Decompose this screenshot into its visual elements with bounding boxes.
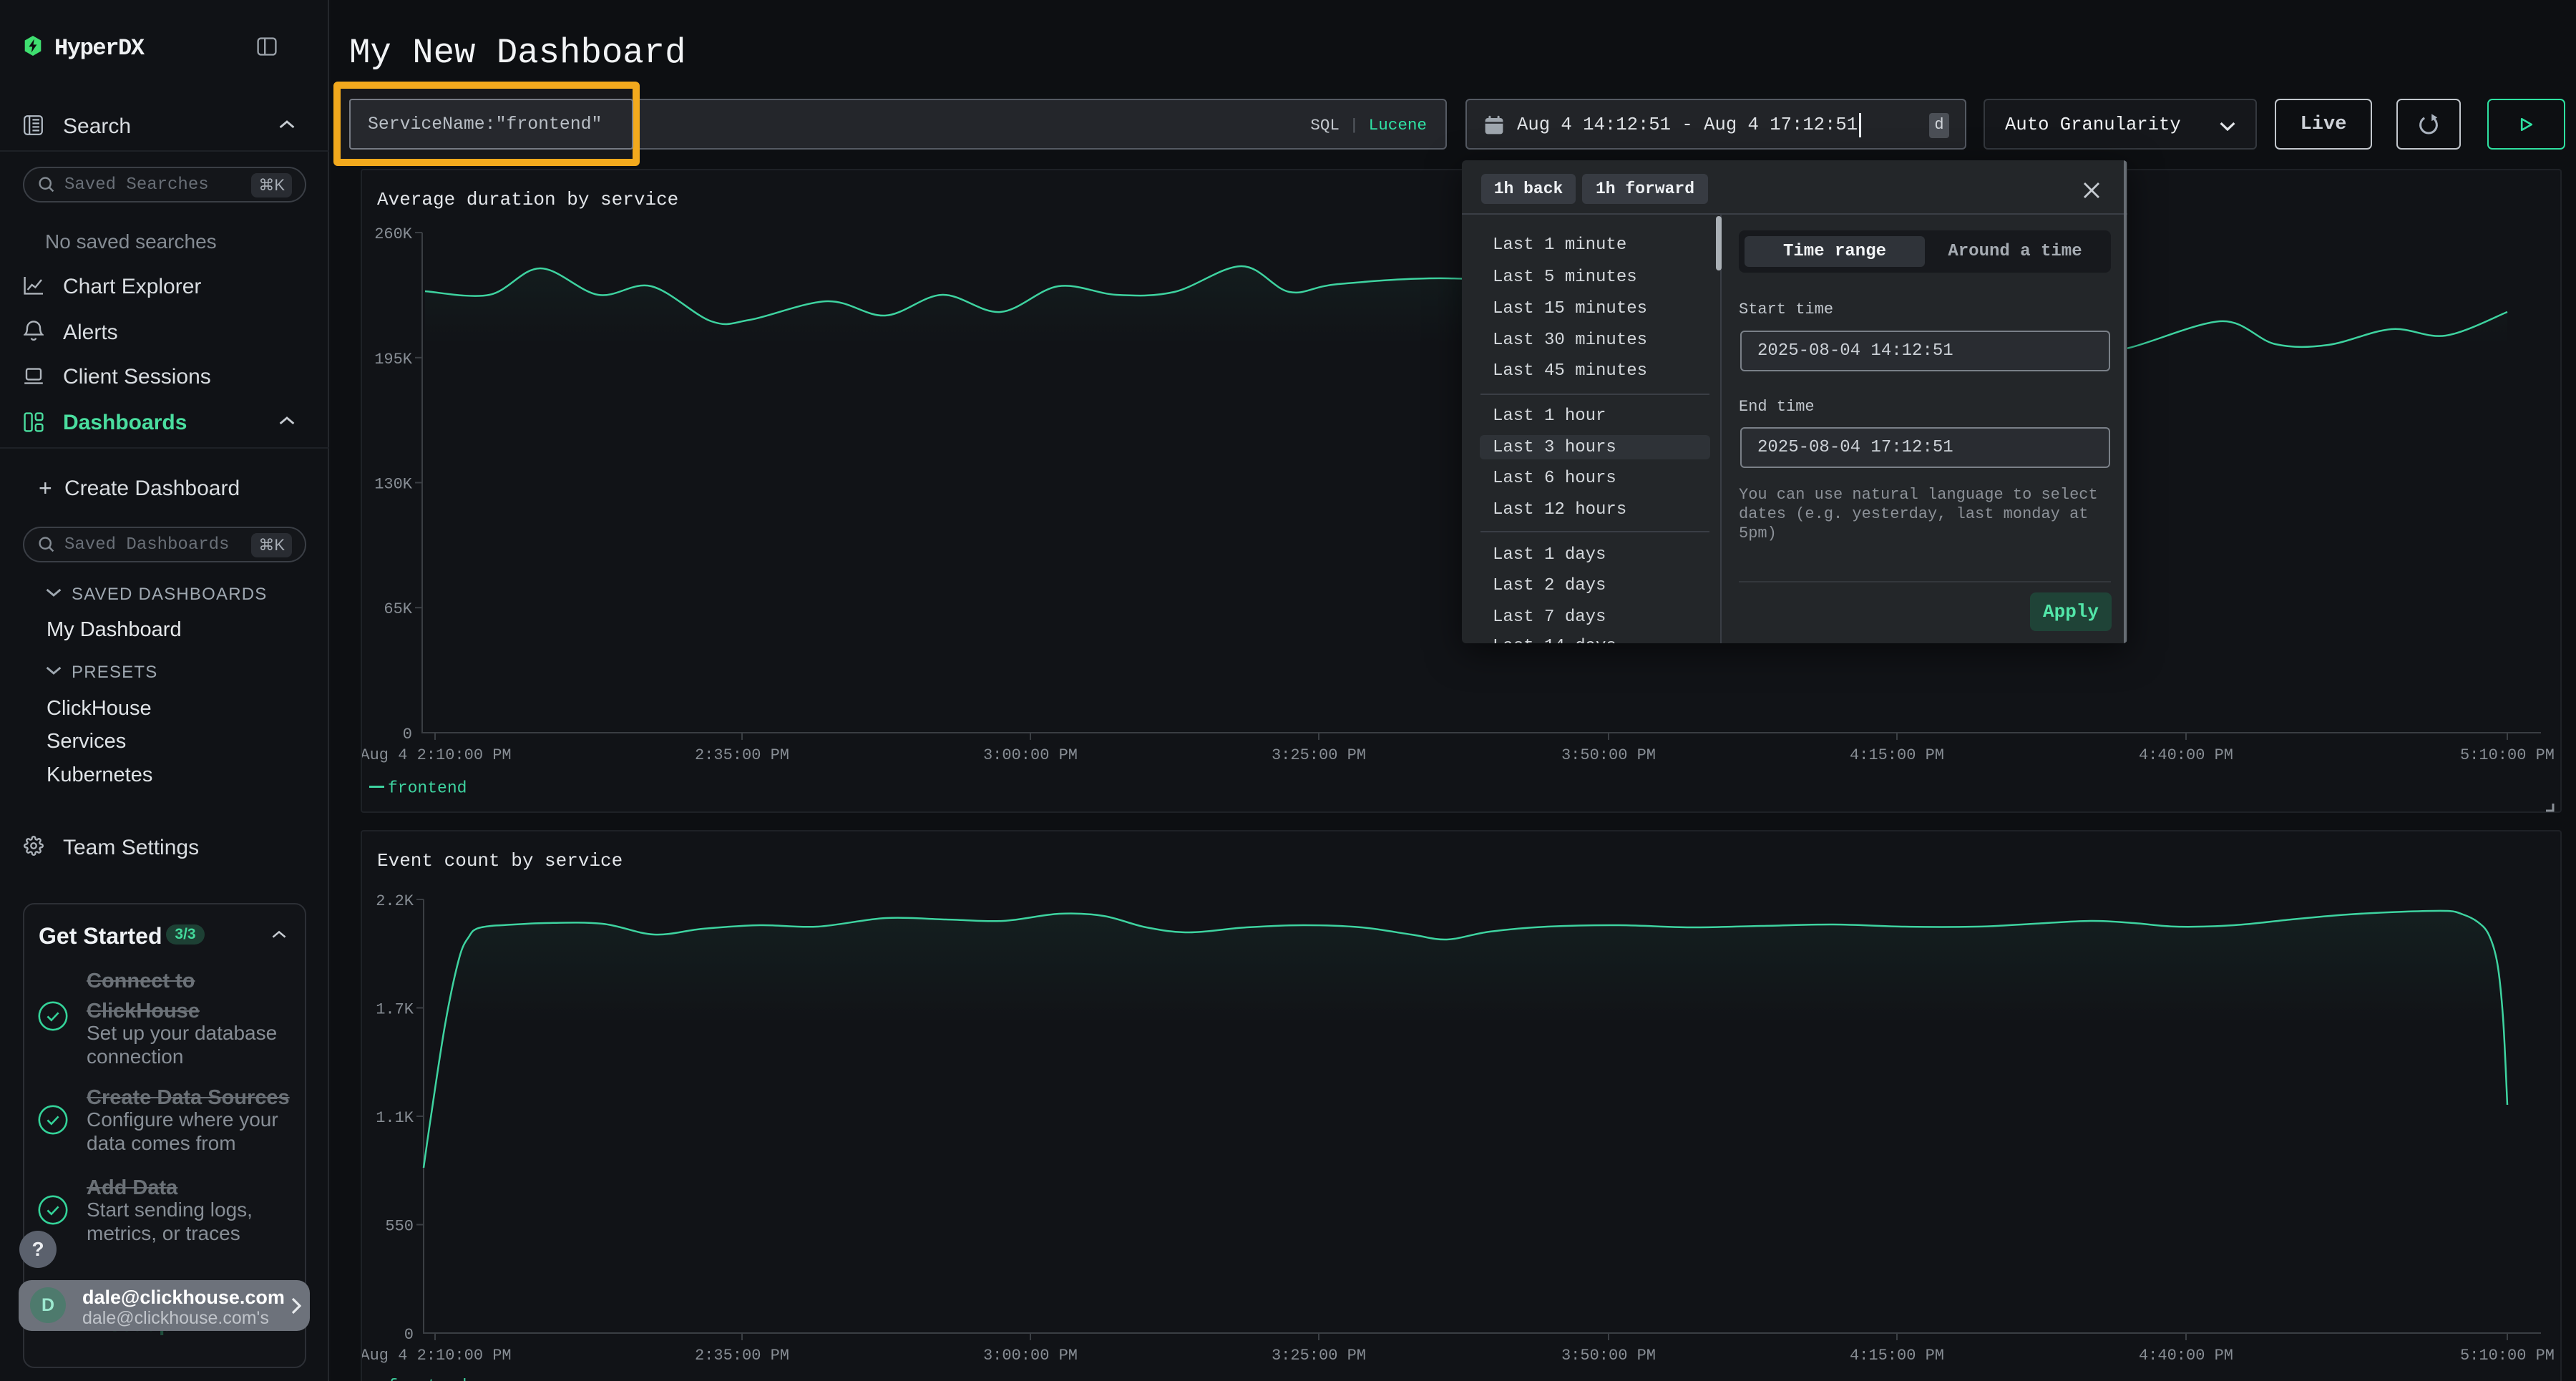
svg-text:550: 550: [385, 1218, 414, 1236]
svg-text:4:15:00 PM: 4:15:00 PM: [1850, 746, 1944, 764]
svg-text:1.1K: 1.1K: [376, 1109, 414, 1127]
svg-text:4:40:00 PM: 4:40:00 PM: [2139, 1347, 2233, 1365]
svg-text:195K: 195K: [374, 351, 413, 369]
svg-text:260K: 260K: [374, 225, 413, 243]
svg-text:65K: 65K: [384, 600, 412, 618]
svg-text:2:35:00 PM: 2:35:00 PM: [695, 746, 789, 764]
svg-text:3:00:00 PM: 3:00:00 PM: [983, 746, 1078, 764]
svg-text:130K: 130K: [374, 476, 413, 494]
svg-text:4:40:00 PM: 4:40:00 PM: [2139, 746, 2233, 764]
svg-text:2:35:00 PM: 2:35:00 PM: [695, 1347, 789, 1365]
svg-text:1.7K: 1.7K: [376, 1001, 414, 1019]
svg-text:4:15:00 PM: 4:15:00 PM: [1850, 1347, 1944, 1365]
svg-text:Aug 4 2:10:00 PM: Aug 4 2:10:00 PM: [362, 1347, 512, 1365]
svg-text:0: 0: [403, 726, 412, 743]
svg-text:frontend: frontend: [388, 1377, 467, 1381]
svg-text:5:10:00 PM: 5:10:00 PM: [2460, 746, 2555, 764]
svg-text:3:00:00 PM: 3:00:00 PM: [983, 1347, 1078, 1365]
svg-text:Aug 4 2:10:00 PM: Aug 4 2:10:00 PM: [362, 746, 512, 764]
svg-text:3:50:00 PM: 3:50:00 PM: [1561, 746, 1656, 764]
svg-text:5:10:00 PM: 5:10:00 PM: [2460, 1347, 2555, 1365]
svg-text:0: 0: [404, 1326, 414, 1344]
svg-text:3:50:00 PM: 3:50:00 PM: [1561, 1347, 1656, 1365]
svg-text:3:25:00 PM: 3:25:00 PM: [1272, 1347, 1366, 1365]
svg-text:3:25:00 PM: 3:25:00 PM: [1272, 746, 1366, 764]
svg-text:2.2K: 2.2K: [376, 892, 414, 910]
svg-text:frontend: frontend: [388, 779, 467, 798]
